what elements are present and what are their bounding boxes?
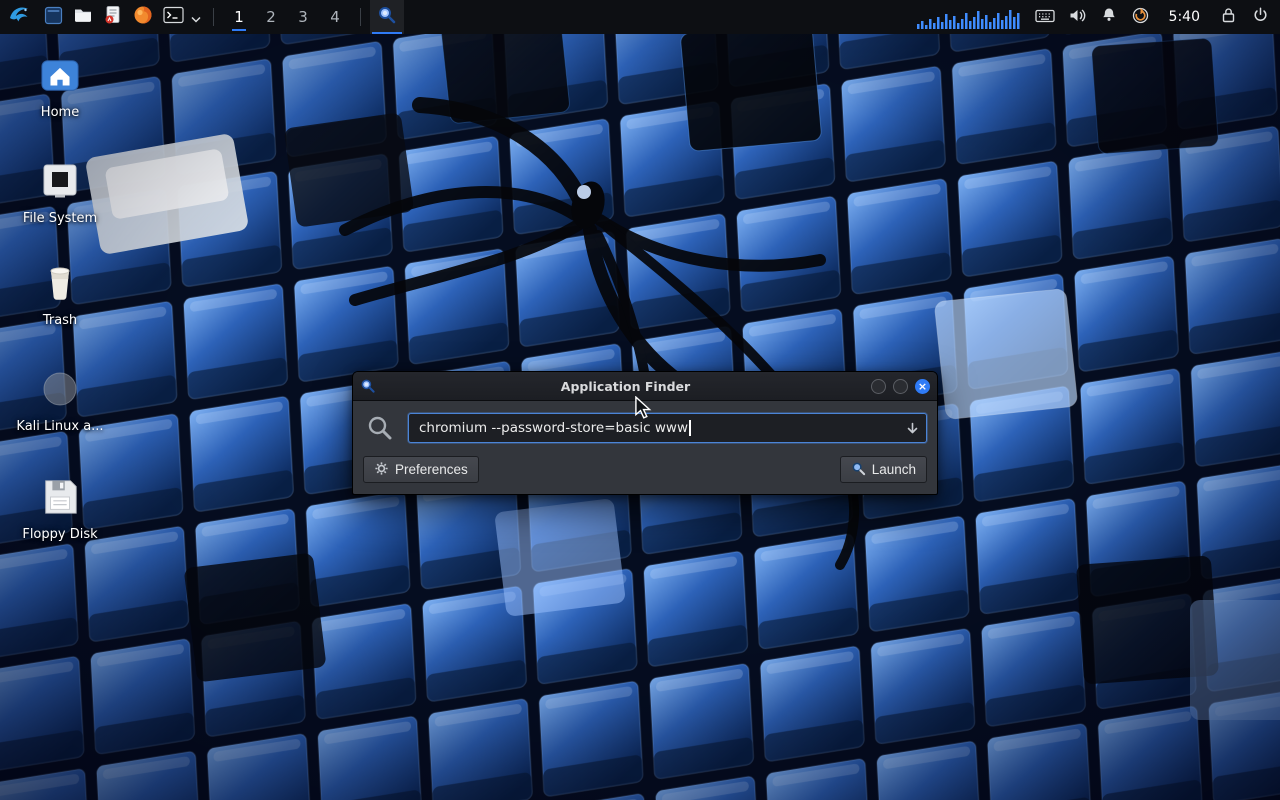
terminal-icon (163, 6, 184, 28)
notifications-button[interactable] (1093, 0, 1125, 34)
window-buttons: × (871, 379, 930, 394)
launcher-text-editor-button[interactable] (98, 0, 128, 34)
preferences-button[interactable]: Preferences (363, 456, 479, 483)
desktop-icon-floppy-disk[interactable]: Floppy Disk (10, 474, 110, 542)
minimize-button[interactable] (871, 379, 886, 394)
home-icon (39, 52, 81, 98)
kali-dragon-icon (7, 3, 31, 31)
update-status-button[interactable] (1125, 0, 1157, 34)
window-icon (44, 6, 63, 29)
application-finder-window: Application Finder × chromium --password… (352, 371, 938, 495)
desktop-icon-label: Trash (43, 313, 77, 328)
application-finder-icon (377, 5, 397, 29)
volume-icon (1068, 7, 1086, 28)
button-row: Preferences Launch (363, 456, 927, 483)
close-button[interactable]: × (915, 379, 930, 394)
desktop-icon-label: File System (23, 211, 97, 226)
history-dropdown-arrow-icon[interactable] (906, 414, 919, 442)
launcher-file-manager-button[interactable] (68, 0, 98, 34)
gear-icon (374, 461, 389, 479)
clock[interactable]: 5:40 (1157, 9, 1212, 25)
desktop-icon-kali-docs[interactable]: Kali Linux a... (10, 366, 110, 434)
desktop-icon-file-system[interactable]: File System (10, 158, 110, 226)
applications-menu-button[interactable] (0, 0, 38, 34)
audio-visualizer[interactable] (911, 0, 1029, 34)
panel-separator (360, 8, 361, 26)
launch-button[interactable]: Launch (840, 456, 927, 483)
launch-button-label: Launch (872, 462, 916, 477)
lock-icon (1220, 6, 1237, 28)
application-finder-icon (360, 378, 380, 394)
file-manager-icon (73, 5, 93, 29)
firefox-icon (133, 5, 153, 29)
panel-tray: 5:40 (911, 0, 1276, 34)
terminal-dropdown-button[interactable] (188, 0, 204, 34)
taskbar-application-finder-button[interactable] (370, 0, 404, 34)
text-caret (689, 420, 691, 436)
top-panel: 1 2 3 4 (0, 0, 1280, 34)
workspace-4[interactable]: 4 (319, 0, 351, 34)
desktop: 1 2 3 4 (0, 0, 1280, 800)
chevron-down-icon (191, 8, 201, 27)
volume-button[interactable] (1061, 0, 1093, 34)
desktop-icon-label: Kali Linux a... (16, 419, 103, 434)
workspace-1[interactable]: 1 (223, 0, 255, 34)
launcher-firefox-button[interactable] (128, 0, 158, 34)
workspace-2[interactable]: 2 (255, 0, 287, 34)
workspace-3[interactable]: 3 (287, 0, 319, 34)
keyboard-icon (1035, 7, 1055, 28)
window-title: Application Finder (380, 379, 871, 394)
floppy-disk-icon (39, 474, 81, 520)
launcher-window-button[interactable] (38, 0, 68, 34)
trash-icon (38, 260, 82, 306)
workspace-pager: 1 2 3 4 (223, 0, 351, 34)
command-input[interactable]: chromium --password-store=basic www (408, 413, 927, 443)
maximize-button[interactable] (893, 379, 908, 394)
launcher-terminal-button[interactable] (158, 0, 188, 34)
bell-icon (1100, 6, 1118, 28)
file-system-icon (41, 158, 79, 204)
power-icon (1252, 6, 1269, 28)
desktop-icon-label: Home (41, 105, 79, 120)
update-status-icon (1132, 7, 1149, 28)
kali-docs-icon (40, 366, 80, 412)
launch-icon (851, 461, 866, 479)
desktop-icon-home[interactable]: Home (10, 52, 110, 120)
lock-screen-button[interactable] (1212, 0, 1244, 34)
text-editor-icon (103, 5, 123, 29)
desktop-icon-trash[interactable]: Trash (10, 260, 110, 328)
desktop-icon-label: Floppy Disk (22, 527, 97, 542)
panel-separator (213, 8, 214, 26)
search-icon (363, 414, 397, 442)
keyboard-indicator-button[interactable] (1029, 0, 1061, 34)
preferences-button-label: Preferences (395, 462, 468, 477)
mouse-cursor (634, 396, 652, 424)
logout-button[interactable] (1244, 0, 1276, 34)
